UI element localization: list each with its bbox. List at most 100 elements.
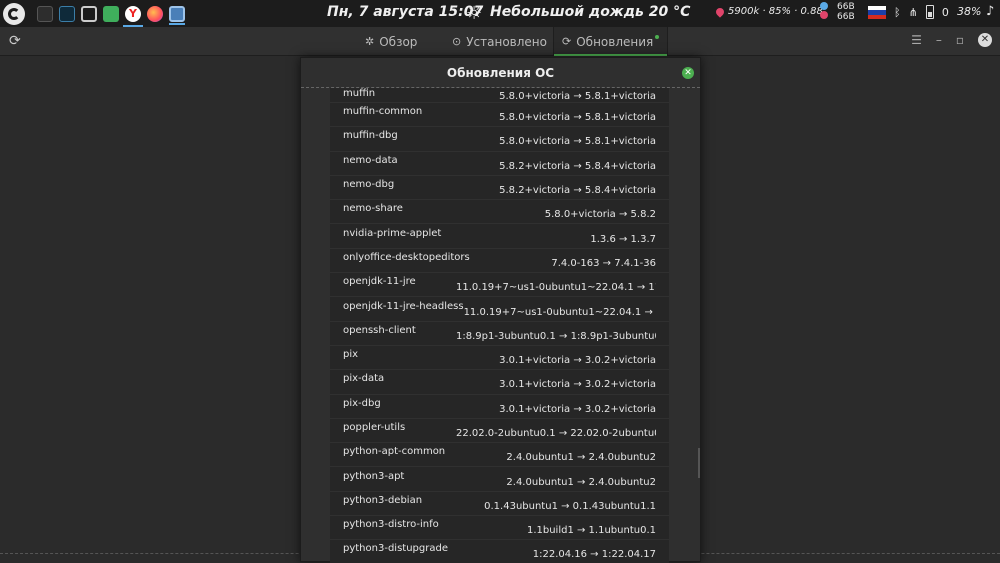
minimize-icon[interactable]: –: [936, 33, 942, 47]
music-note-icon[interactable]: ♪: [986, 4, 994, 19]
package-version: 0.1.43ubuntu1 → 0.1.43ubuntu1.1: [484, 500, 656, 512]
list-item[interactable]: nvidia-prime-applet 1.3.6 → 1.3.7: [330, 224, 669, 249]
top-panel: Y Пн, 7 августа 15:07 ☼ Небольшой дождь …: [0, 0, 1000, 27]
package-name: nemo-data: [343, 154, 398, 166]
menu-icon[interactable]: [3, 2, 25, 25]
list-item[interactable]: nemo-dbg 5.8.2+victoria → 5.8.4+victoria: [330, 176, 669, 201]
package-version: 3.0.1+victoria → 3.0.2+victoria: [499, 355, 656, 367]
screenshot-icon[interactable]: [81, 5, 97, 22]
battery-percent: 38%: [957, 5, 982, 18]
network-speed[interactable]: 66B 66B: [837, 2, 855, 22]
panel-launchers: Y: [37, 5, 185, 27]
package-version: 5.8.0+victoria → 5.8.1+victoria: [499, 112, 656, 124]
firefox-icon[interactable]: [147, 5, 163, 22]
package-version: 5.8.2+victoria → 5.8.4+victoria: [499, 160, 656, 172]
package-version: 3.0.1+victoria → 3.0.2+victoria: [499, 403, 656, 415]
package-name: nvidia-prime-applet: [343, 227, 442, 239]
list-item[interactable]: python3-apt 2.4.0ubuntu1 → 2.4.0ubuntu2: [330, 467, 669, 492]
package-version: 3.0.1+victoria → 3.0.2+victoria: [499, 379, 656, 391]
tab-installed[interactable]: ⊙ Установлено: [452, 27, 547, 56]
keyboard-layout-flag-icon[interactable]: [868, 6, 886, 19]
list-item[interactable]: openssh-client 1:8.9p1-3ubuntu0.1 → 1:8.9…: [330, 322, 669, 346]
package-name: python3-distupgrade: [343, 543, 448, 555]
package-version: 5.8.0+victoria → 5.8.2: [544, 209, 656, 221]
list-item[interactable]: pix 3.0.1+victoria → 3.0.2+victoria: [330, 346, 669, 371]
scrollbar[interactable]: [698, 448, 700, 478]
package-name: muffin-common: [343, 106, 423, 118]
tray-count: 0: [941, 5, 949, 19]
list-item[interactable]: openjdk-11-jre-headless 11.0.19+7~us1-0ub…: [330, 297, 669, 322]
system-stats[interactable]: 5900k · 85% · 0.88: [714, 5, 823, 18]
tab-overview[interactable]: ✲ Обзор: [365, 27, 417, 56]
update-manager-icon[interactable]: [169, 5, 185, 25]
list-item[interactable]: nemo-share 5.8.0+victoria → 5.8.2: [330, 200, 669, 225]
list-item[interactable]: onlyoffice-desktopeditors 7.4.0-163 → 7.4…: [330, 249, 669, 274]
package-name: pix: [343, 349, 359, 361]
tab-installed-label: Установлено: [466, 34, 547, 49]
package-version: 2.4.0ubuntu1 → 2.4.0ubuntu2: [506, 452, 656, 464]
tab-updates-label: Обновления: [576, 34, 654, 49]
terminal-icon[interactable]: [37, 5, 53, 22]
system-tray: ᛒ ⋔ 0: [894, 5, 949, 19]
list-item[interactable]: python3-distupgrade 1:22.04.16 → 1:22.04.…: [330, 540, 669, 563]
list-item[interactable]: muffin 5.8.0+victoria → 5.8.1+victoria: [330, 88, 669, 103]
app-header: ⟳ ✲ Обзор ⊙ Установлено ⟳ Обновления ☰ –…: [0, 27, 1000, 56]
sync-icon: ⟳: [562, 35, 572, 48]
hamburger-menu-icon[interactable]: ☰: [911, 33, 922, 47]
close-icon[interactable]: ✕: [978, 33, 992, 47]
list-item[interactable]: muffin-dbg 5.8.0+victoria → 5.8.1+victori…: [330, 127, 669, 152]
package-name: muffin: [343, 88, 376, 99]
package-version: 11.0.19+7~us1-0ubuntu1~22.04.1 → 11.0.20…: [456, 282, 656, 294]
package-name: openjdk-11-jre-headless: [343, 300, 464, 312]
package-name: poppler-utils: [343, 422, 406, 433]
tab-updates[interactable]: ⟳ Обновления: [553, 27, 669, 56]
package-name: muffin-dbg: [343, 130, 398, 142]
package-name: pix-data: [343, 373, 385, 385]
updates-badge: [655, 34, 660, 39]
package-version: 5.8.0+victoria → 5.8.1+victoria: [499, 90, 656, 102]
list-item[interactable]: nemo-data 5.8.2+victoria → 5.8.4+victoria: [330, 152, 669, 176]
maximize-icon[interactable]: ▫: [956, 33, 964, 47]
net-up-text: 66B: [837, 2, 855, 12]
list-item[interactable]: python3-debian 0.1.43ubuntu1 → 0.1.43ubun…: [330, 492, 669, 517]
package-version: 2.4.0ubuntu1 → 2.4.0ubuntu2: [506, 476, 656, 488]
list-item[interactable]: pix-data 3.0.1+victoria → 3.0.2+victoria: [330, 370, 669, 395]
terminal-alt-icon[interactable]: [59, 5, 75, 22]
bluetooth-icon[interactable]: ᛒ: [894, 6, 901, 19]
package-version: 11.0.19+7~us1-0ubuntu1~22.04.1 → 11....: [463, 306, 656, 318]
updates-dialog: Обновления ОС ✕ muffin 5.8.0+victoria → 5…: [300, 57, 701, 563]
package-list[interactable]: muffin 5.8.0+victoria → 5.8.1+victoria muf…: [330, 88, 669, 563]
list-item[interactable]: openjdk-11-jre 11.0.19+7~us1-0ubuntu1~22.…: [330, 273, 669, 298]
network-tree-icon[interactable]: ⋔: [909, 6, 918, 19]
dialog-title: Обновления ОС: [301, 58, 700, 88]
list-item[interactable]: python3-distro-info 1.1build1 → 1.1ubuntu…: [330, 516, 669, 541]
stats-text: 5900k · 85% · 0.88: [728, 6, 823, 17]
package-name: python3-debian: [343, 494, 423, 506]
package-name: python-apt-common: [343, 446, 446, 458]
list-item[interactable]: muffin-common 5.8.0+victoria → 5.8.1+vict…: [330, 103, 669, 128]
package-name: nemo-share: [343, 203, 403, 215]
files-icon[interactable]: [103, 5, 119, 22]
refresh-icon[interactable]: ⟳: [9, 33, 21, 49]
list-item[interactable]: pix-dbg 3.0.1+victoria → 3.0.2+victoria: [330, 395, 669, 419]
package-name: python3-distro-info: [343, 519, 439, 531]
package-version: 5.8.0+victoria → 5.8.1+victoria: [499, 136, 656, 148]
clock[interactable]: Пн, 7 августа 15:07: [327, 4, 483, 20]
weather-text[interactable]: Небольшой дождь 20 °C: [490, 4, 690, 20]
weather-rain-icon: ☼: [466, 3, 483, 24]
yandex-browser-icon[interactable]: Y: [123, 5, 143, 27]
tab-overview-label: Обзор: [379, 34, 418, 49]
package-version: 7.4.0-163 → 7.4.1-36: [551, 257, 656, 269]
check-circle-icon: ⊙: [452, 35, 462, 48]
battery-icon[interactable]: [925, 5, 934, 19]
list-item[interactable]: poppler-utils 22.02.0-2ubuntu0.1 → 22.02.…: [330, 419, 669, 444]
package-version: 5.8.2+victoria → 5.8.4+victoria: [499, 185, 656, 197]
dialog-close-icon[interactable]: ✕: [682, 67, 694, 79]
window-controls: ☰ – ▫ ✕: [911, 33, 992, 47]
list-item[interactable]: python-apt-common 2.4.0ubuntu1 → 2.4.0ubu…: [330, 443, 669, 468]
package-name: openjdk-11-jre: [343, 276, 416, 288]
package-name: python3-apt: [343, 470, 405, 482]
package-version: 22.02.0-2ubuntu0.1 → 22.02.0-2ubuntu0.2: [456, 428, 656, 439]
package-name: pix-dbg: [343, 397, 381, 409]
gear-icon: ✲: [365, 35, 375, 48]
